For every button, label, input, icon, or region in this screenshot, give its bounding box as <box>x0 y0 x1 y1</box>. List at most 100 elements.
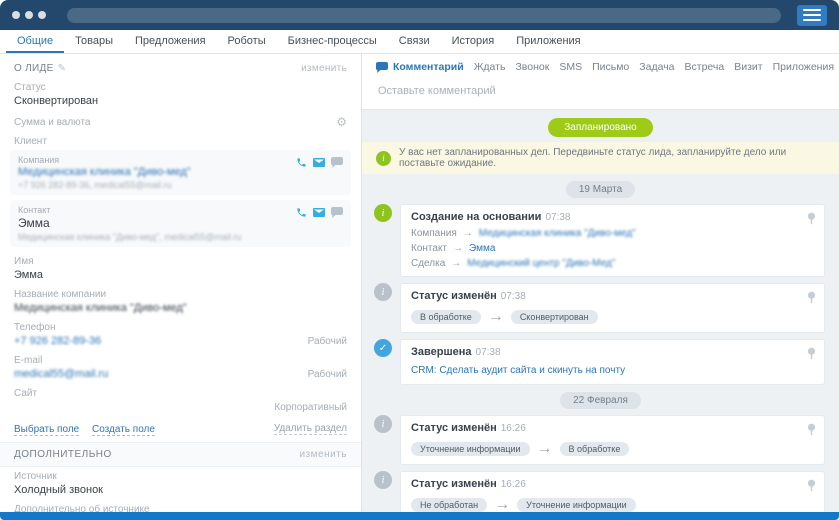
additional-section-header: ДОПОЛНИТЕЛЬНО изменить <box>0 442 361 467</box>
tab-wait[interactable]: Ждать <box>474 61 506 73</box>
arrow-icon: → <box>494 496 510 512</box>
info-icon: i <box>374 204 392 222</box>
contact-link[interactable]: Эмма <box>469 242 495 255</box>
tab-apps[interactable]: Приложения <box>505 30 591 53</box>
tab-robots[interactable]: Роботы <box>217 30 277 53</box>
source-info-label: Дополнительно об источнике <box>14 504 347 512</box>
timeline-card[interactable]: Статус изменён16:26 Уточнение информации… <box>400 415 825 465</box>
company-card: Компания Медицинская клиника "Диво-мед" … <box>10 150 351 195</box>
contact-company-line: Медицинская клиника "Диво-мед", medical5… <box>18 232 343 242</box>
company-label: Компания <box>18 155 343 165</box>
comment-bubble-icon <box>376 62 388 73</box>
site-field: Сайт Корпоративный <box>0 384 361 417</box>
row-label: Контакт <box>411 242 447 255</box>
timeline-card[interactable]: Статус изменён16:26 Не обработан → Уточн… <box>400 471 825 512</box>
email-icon[interactable] <box>313 208 325 217</box>
source-field: Источник Холодный звонок <box>0 467 361 500</box>
tab-task[interactable]: Задача <box>639 61 674 73</box>
planned-button[interactable]: Запланировано <box>548 118 653 137</box>
deal-link[interactable]: Медицинский центр "Диво-Мед" <box>467 257 615 270</box>
tab-products[interactable]: Товары <box>64 30 124 53</box>
company-link[interactable]: Медицинская клиника "Диво-мед" <box>479 227 636 240</box>
gear-icon[interactable]: ⚙ <box>336 115 347 129</box>
company-name-field: Название компании Медицинская клиника "Д… <box>0 285 361 318</box>
pin-icon[interactable] <box>807 291 816 304</box>
select-field-link[interactable]: Выбрать поле <box>14 424 79 436</box>
tab-links[interactable]: Связи <box>388 30 441 53</box>
edit-pencil-icon[interactable]: ✎ <box>58 63 67 74</box>
browser-titlebar <box>0 0 839 30</box>
additional-title: ДОПОЛНИТЕЛЬНО <box>14 449 112 460</box>
row-label: Сделка <box>411 257 445 270</box>
tab-meeting[interactable]: Встреча <box>685 61 725 73</box>
company-name-label: Название компании <box>14 289 347 300</box>
tab-offers[interactable]: Предложения <box>124 30 217 53</box>
name-field: Имя Эмма <box>0 252 361 285</box>
pin-icon[interactable] <box>807 212 816 225</box>
phone-icon[interactable] <box>296 207 307 218</box>
delete-section-link[interactable]: Удалить раздел <box>274 423 347 435</box>
task-link[interactable]: CRM: Сделать аудит сайта и скинуть на по… <box>411 365 625 376</box>
status-badge: В обработке <box>411 310 481 324</box>
chat-icon[interactable] <box>331 207 343 218</box>
phone-value[interactable]: +7 926 282-89-36 <box>14 335 101 347</box>
timeline-card[interactable]: Завершена07:38 CRM: Сделать аудит сайта … <box>400 339 825 385</box>
window-dot[interactable] <box>12 11 20 19</box>
comment-input[interactable] <box>378 85 823 97</box>
email-icon[interactable] <box>313 158 325 167</box>
name-label: Имя <box>14 256 347 267</box>
phone-icon[interactable] <box>296 157 307 168</box>
edit-additional-link[interactable]: изменить <box>299 449 347 460</box>
tab-letter[interactable]: Письмо <box>592 61 629 73</box>
name-value: Эмма <box>14 269 347 281</box>
pin-icon[interactable] <box>807 347 816 360</box>
timeline-stream[interactable]: Запланировано i У вас нет запланированны… <box>362 110 839 512</box>
edit-lead-link[interactable]: изменить <box>301 63 347 74</box>
tab-comment[interactable]: Комментарий <box>376 61 464 73</box>
tab-visit[interactable]: Визит <box>734 61 762 73</box>
tab-bizproc[interactable]: Бизнес-процессы <box>277 30 388 53</box>
info-icon: i <box>374 283 392 301</box>
address-bar[interactable] <box>67 8 781 23</box>
timeline-tabs: Комментарий Ждать Звонок SMS Письмо Зада… <box>362 54 839 78</box>
info-icon: i <box>376 151 391 166</box>
company-link[interactable]: Медицинская клиника "Диво-мед" <box>18 166 191 178</box>
tab-call[interactable]: Звонок <box>515 61 549 73</box>
lead-details-panel: О ЛИДЕ✎ изменить Статус Сконвертирован С… <box>0 54 362 512</box>
timeline-item-status-changed: i Статус изменён16:26 Не обработан → Уто… <box>374 471 825 512</box>
email-value[interactable]: medical55@mail.ru <box>14 368 108 380</box>
pin-icon[interactable] <box>807 423 816 436</box>
client-label: Клиент <box>0 133 361 148</box>
row-label: Компания <box>411 227 457 240</box>
status-field: Статус Сконвертирован <box>0 78 361 111</box>
item-title: Завершена <box>411 346 472 358</box>
window-controls[interactable] <box>12 11 51 19</box>
tab-general[interactable]: Общие <box>6 30 64 53</box>
window-dot[interactable] <box>25 11 33 19</box>
timeline-card[interactable]: Создание на основании07:38 Компания→Меди… <box>400 204 825 277</box>
window-footer-bar <box>0 512 839 520</box>
contact-link[interactable]: Эмма <box>18 216 50 230</box>
status-badge: В обработке <box>560 442 630 456</box>
pin-icon[interactable] <box>807 479 816 492</box>
arrow-icon: → <box>453 242 463 255</box>
timeline-card[interactable]: Статус изменён07:38 В обработке → Сконве… <box>400 283 825 333</box>
status-badge: Уточнение информации <box>411 442 530 456</box>
source-info-field: Дополнительно об источнике Коллцентр <box>0 500 361 512</box>
create-field-link[interactable]: Создать поле <box>92 424 155 436</box>
item-time: 07:38 <box>545 212 570 223</box>
sum-currency-label: Сумма и валюта <box>14 117 90 128</box>
email-label: E-mail <box>14 355 347 366</box>
hamburger-menu-icon[interactable] <box>797 5 827 26</box>
tab-sms[interactable]: SMS <box>559 61 582 73</box>
sum-currency-row: Сумма и валюта ⚙ <box>0 111 361 133</box>
item-time: 07:38 <box>501 291 526 302</box>
tab-history[interactable]: История <box>441 30 506 53</box>
window-dot[interactable] <box>38 11 46 19</box>
crm-nav-tabs: Общие Товары Предложения Роботы Бизнес-п… <box>0 30 839 54</box>
item-title: Статус изменён <box>411 290 497 302</box>
item-title: Статус изменён <box>411 422 497 434</box>
chat-icon[interactable] <box>331 157 343 168</box>
phone-label: Телефон <box>14 322 347 333</box>
tab-applications[interactable]: Приложения <box>773 61 834 73</box>
